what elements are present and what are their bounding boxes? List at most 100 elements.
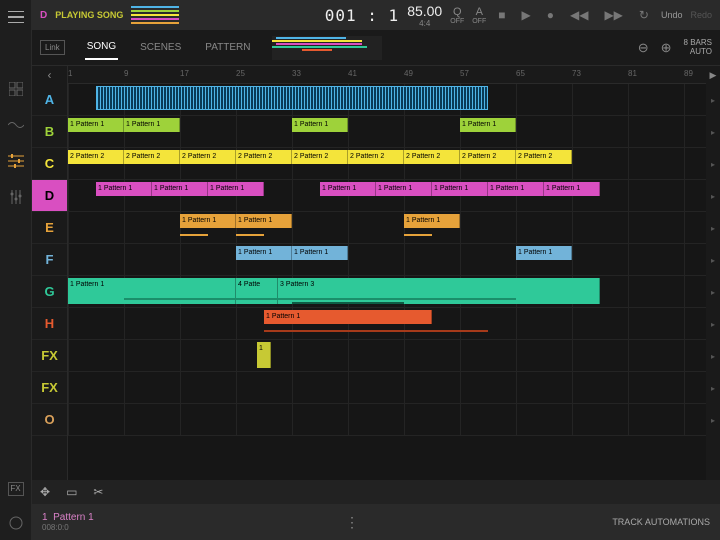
track-label[interactable]: E [32, 212, 67, 244]
clip[interactable]: 2 Pattern 2 [124, 150, 180, 164]
track-label[interactable]: FX [32, 372, 67, 404]
song-overview[interactable] [272, 36, 382, 60]
clip[interactable]: 1 Pattern 1 [460, 118, 516, 132]
zoom-out-icon[interactable]: ⊖ [638, 40, 649, 56]
clip[interactable]: 1 Pattern 1 [68, 118, 124, 132]
expand-track-icon[interactable]: ▸ [706, 212, 720, 244]
arrangement-grid[interactable]: 1917253341495765738189 1 Pattern 11 Patt… [68, 66, 706, 480]
tab-scenes[interactable]: SCENES [138, 36, 183, 59]
track-row[interactable]: 1 Pattern 11 Pattern 11 Pattern 1 [68, 244, 706, 276]
expand-track-icon[interactable]: ▸ [706, 308, 720, 340]
clip[interactable]: 1 Pattern 1 [292, 118, 348, 132]
track-row[interactable]: 1 Pattern 11 Pattern 11 Pattern 11 Patte… [68, 116, 706, 148]
clip[interactable]: 1 Pattern 1 [292, 246, 348, 260]
track-label[interactable]: FX [32, 340, 67, 372]
clip[interactable]: 1 Pattern 1 [320, 182, 376, 196]
tab-song[interactable]: SONG [85, 35, 118, 60]
expand-track-icon[interactable]: ▸ [706, 276, 720, 308]
clip[interactable]: 1 [257, 342, 271, 368]
track-row[interactable]: 1 Pattern 11 Pattern 11 Pattern 11 Patte… [68, 180, 706, 212]
tab-pattern[interactable]: PATTERN [203, 36, 252, 59]
expand-track-icon[interactable]: ▸ [706, 180, 720, 212]
pointer-tool-icon[interactable]: ✥ [40, 485, 50, 499]
mini-overview[interactable] [131, 6, 179, 24]
clip[interactable]: 2 Pattern 2 [236, 150, 292, 164]
select-tool-icon[interactable]: ▭ [66, 485, 77, 499]
expand-track-icon[interactable]: ▸ [706, 404, 720, 436]
clip[interactable]: 1 Pattern 1 [180, 214, 236, 228]
expand-track-icon[interactable]: ▸ [706, 372, 720, 404]
undo-button[interactable]: Undo [661, 10, 683, 20]
loop-icon[interactable]: ↻ [635, 8, 653, 22]
clip[interactable]: 4 Patte [236, 278, 278, 304]
clip[interactable]: 2 Pattern 2 [516, 150, 572, 164]
fx-icon[interactable]: FX [8, 482, 24, 496]
track-row[interactable] [68, 404, 706, 436]
clip[interactable]: 2 Pattern 2 [348, 150, 404, 164]
track-row[interactable]: 2 Pattern 22 Pattern 22 Pattern 22 Patte… [68, 148, 706, 180]
expand-track-icon[interactable]: ▸ [706, 244, 720, 276]
track-label[interactable]: F [32, 244, 67, 276]
clip[interactable]: 1 Pattern 1 [488, 182, 544, 196]
clip[interactable]: 1 Pattern 1 [376, 182, 432, 196]
track-row[interactable] [68, 372, 706, 404]
track-label[interactable]: O [32, 404, 67, 436]
clip[interactable]: 1 Pattern 1 [96, 182, 152, 196]
clip[interactable]: 1 Pattern 1 [68, 278, 236, 304]
track-row[interactable] [68, 84, 706, 116]
timeline-ruler[interactable]: 1917253341495765738189 [68, 66, 706, 84]
track-row[interactable]: 1 [68, 340, 706, 372]
track-label[interactable]: D [32, 180, 67, 212]
clip[interactable]: 1 Pattern 1 [264, 310, 432, 324]
track-label[interactable]: G [32, 276, 67, 308]
clip[interactable]: 1 Pattern 1 [236, 246, 292, 260]
selected-pattern[interactable]: 1 Pattern 1 008:0:0 [42, 512, 94, 532]
cut-tool-icon[interactable]: ✂ [93, 485, 103, 499]
track-row[interactable]: 1 Pattern 1 [68, 308, 706, 340]
bars-display[interactable]: 8 BARSAUTO [684, 39, 712, 57]
expand-track-icon[interactable]: ▸ [706, 148, 720, 180]
clip[interactable]: 3 Pattern 3 [278, 278, 600, 304]
expand-track-icon[interactable]: ▸ [706, 116, 720, 148]
quantize-toggle[interactable]: QOFF [450, 6, 464, 25]
clip[interactable]: 2 Pattern 2 [460, 150, 516, 164]
track-label[interactable]: H [32, 308, 67, 340]
forward-icon[interactable]: ▶▶ [600, 8, 626, 22]
clip[interactable]: 1 Pattern 1 [152, 182, 208, 196]
clip[interactable]: 2 Pattern 2 [404, 150, 460, 164]
track-automations-button[interactable]: TRACK AUTOMATIONS [612, 517, 710, 527]
scroll-left-icon[interactable]: ‹ [32, 66, 67, 84]
track-label[interactable]: A [32, 84, 67, 116]
expand-track-icon[interactable]: ▸ [706, 84, 720, 116]
clip[interactable]: 1 Pattern 1 [544, 182, 600, 196]
clip[interactable]: 1 Pattern 1 [236, 214, 292, 228]
track-row[interactable]: 1 Pattern 14 Patte3 Pattern 3 [68, 276, 706, 308]
clip[interactable] [96, 86, 488, 110]
menu-icon[interactable] [7, 8, 25, 26]
arp-toggle[interactable]: AOFF [472, 6, 486, 25]
wave-icon[interactable] [7, 116, 25, 134]
bpm-display[interactable]: 85.004:4 [407, 3, 442, 28]
play-icon[interactable]: ▶ [517, 8, 534, 22]
expand-track-icon[interactable]: ▸ [706, 340, 720, 372]
link-button[interactable]: Link [40, 40, 65, 55]
more-icon[interactable]: ⋮ [345, 514, 361, 531]
track-label[interactable]: C [32, 148, 67, 180]
record-icon[interactable] [7, 514, 25, 532]
clip[interactable]: 2 Pattern 2 [68, 150, 124, 164]
rewind-icon[interactable]: ◀◀ [566, 8, 592, 22]
clip[interactable]: 1 Pattern 1 [208, 182, 264, 196]
record-transport-icon[interactable]: ● [543, 8, 558, 22]
clip[interactable]: 2 Pattern 2 [292, 150, 348, 164]
clip[interactable]: 1 Pattern 1 [432, 182, 488, 196]
clip[interactable]: 1 Pattern 1 [516, 246, 572, 260]
grid-icon[interactable] [7, 80, 25, 98]
mixer-icon[interactable] [7, 152, 25, 170]
sliders-icon[interactable] [7, 188, 25, 206]
track-row[interactable]: 1 Pattern 11 Pattern 11 Pattern 1 [68, 212, 706, 244]
track-label[interactable]: B [32, 116, 67, 148]
clip[interactable]: 2 Pattern 2 [180, 150, 236, 164]
play-all-icon[interactable]: ▶ [706, 66, 720, 84]
position-counter[interactable]: 001 : 1 [325, 6, 399, 25]
clip[interactable]: 1 Pattern 1 [124, 118, 180, 132]
